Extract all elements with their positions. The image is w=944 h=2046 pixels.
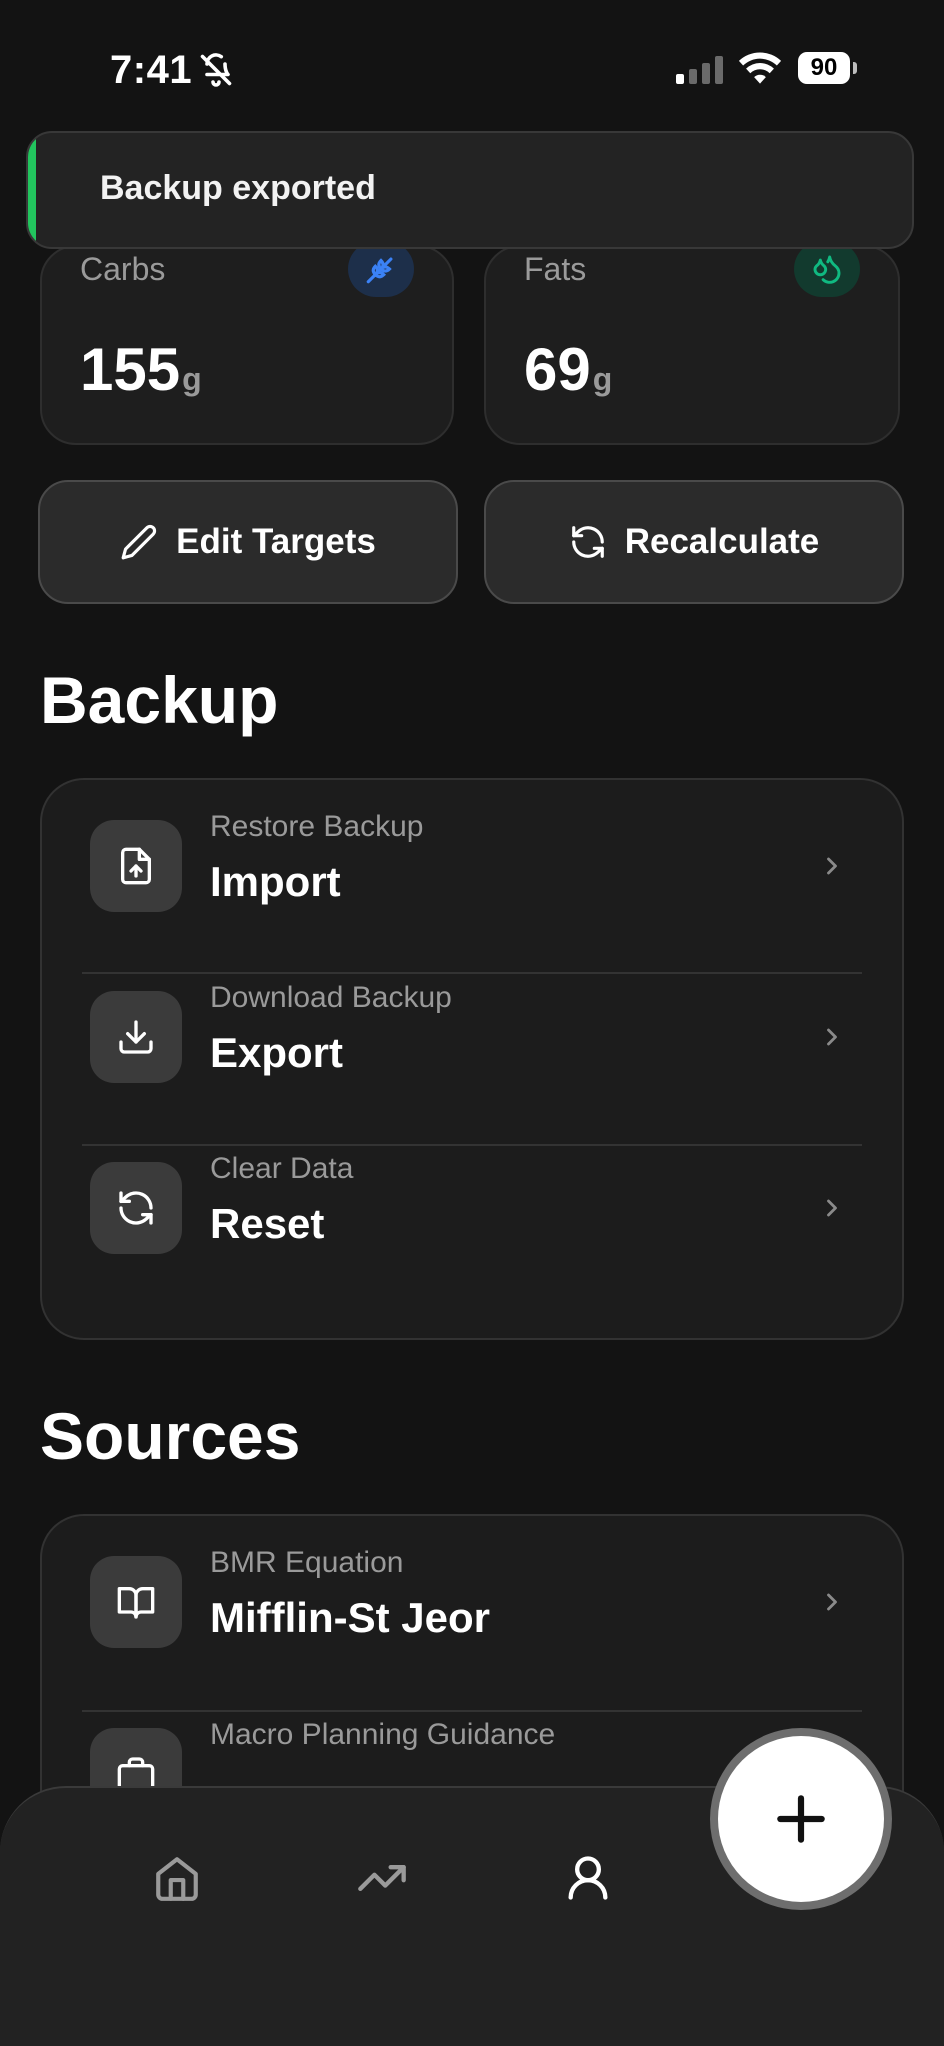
export-row[interactable]: Download Backup Export — [42, 951, 902, 1121]
edit-targets-label: Edit Targets — [176, 522, 376, 561]
sources-section-title: Sources — [40, 1399, 301, 1473]
export-subtitle: Download Backup — [210, 981, 452, 1014]
wifi-icon — [738, 52, 782, 84]
macro-guidance-subtitle: Macro Planning Guidance — [210, 1718, 556, 1751]
wheat-icon — [348, 241, 414, 297]
user-icon[interactable] — [562, 1852, 614, 1904]
carbs-unit: g — [182, 361, 202, 397]
export-title: Export — [210, 1029, 344, 1076]
battery-indicator: 90 — [798, 52, 850, 84]
carbs-card: Carbs 155g — [40, 241, 454, 445]
droplets-icon — [794, 241, 860, 297]
import-title: Import — [210, 858, 341, 905]
carbs-label: Carbs — [80, 251, 166, 287]
chevron-right-icon — [827, 1199, 837, 1217]
book-icon — [90, 1556, 182, 1648]
edit-targets-button[interactable]: Edit Targets — [38, 480, 458, 604]
toast-notification: Backup exported — [26, 131, 914, 249]
trending-up-icon[interactable] — [356, 1852, 408, 1904]
toast-message: Backup exported — [100, 169, 376, 207]
reset-subtitle: Clear Data — [210, 1152, 354, 1185]
import-row[interactable]: Restore Backup Import — [42, 780, 902, 950]
cellular-signal-icon — [676, 56, 723, 84]
recalculate-button[interactable]: Recalculate — [484, 480, 904, 604]
refresh-icon — [571, 526, 604, 558]
home-icon[interactable] — [152, 1852, 202, 1904]
bmr-equation-subtitle: BMR Equation — [210, 1546, 404, 1579]
download-icon — [90, 991, 182, 1083]
recalculate-label: Recalculate — [624, 522, 820, 561]
bmr-equation-title: Mifflin-St Jeor — [210, 1594, 490, 1641]
backup-card: Restore Backup Import Download Backup Ex… — [40, 778, 904, 1340]
fats-number: 69 — [524, 336, 591, 403]
file-upload-icon — [90, 820, 182, 912]
toast-accent-bar — [28, 133, 36, 247]
carbs-number: 155 — [80, 336, 181, 403]
fats-label: Fats — [524, 251, 587, 287]
chevron-right-icon — [827, 857, 837, 875]
reset-title: Reset — [210, 1200, 325, 1247]
fats-card: Fats 69g — [484, 241, 900, 445]
add-button[interactable] — [718, 1736, 884, 1902]
refresh-icon — [90, 1162, 182, 1254]
plus-icon — [777, 1795, 825, 1843]
chevron-right-icon — [827, 1593, 837, 1611]
backup-section-title: Backup — [40, 663, 279, 737]
bmr-equation-row[interactable]: BMR Equation Mifflin-St Jeor — [42, 1516, 902, 1686]
reset-row[interactable]: Clear Data Reset — [42, 1122, 902, 1292]
fats-unit: g — [592, 361, 613, 397]
import-subtitle: Restore Backup — [210, 810, 424, 843]
chevron-right-icon — [827, 1028, 837, 1046]
status-time: 7:41 — [110, 48, 193, 92]
battery-tip — [853, 62, 857, 74]
bell-muted-icon — [200, 53, 232, 87]
carbs-value: 155g — [80, 335, 202, 404]
pencil-icon — [121, 524, 157, 560]
fats-value: 69g — [524, 335, 612, 404]
